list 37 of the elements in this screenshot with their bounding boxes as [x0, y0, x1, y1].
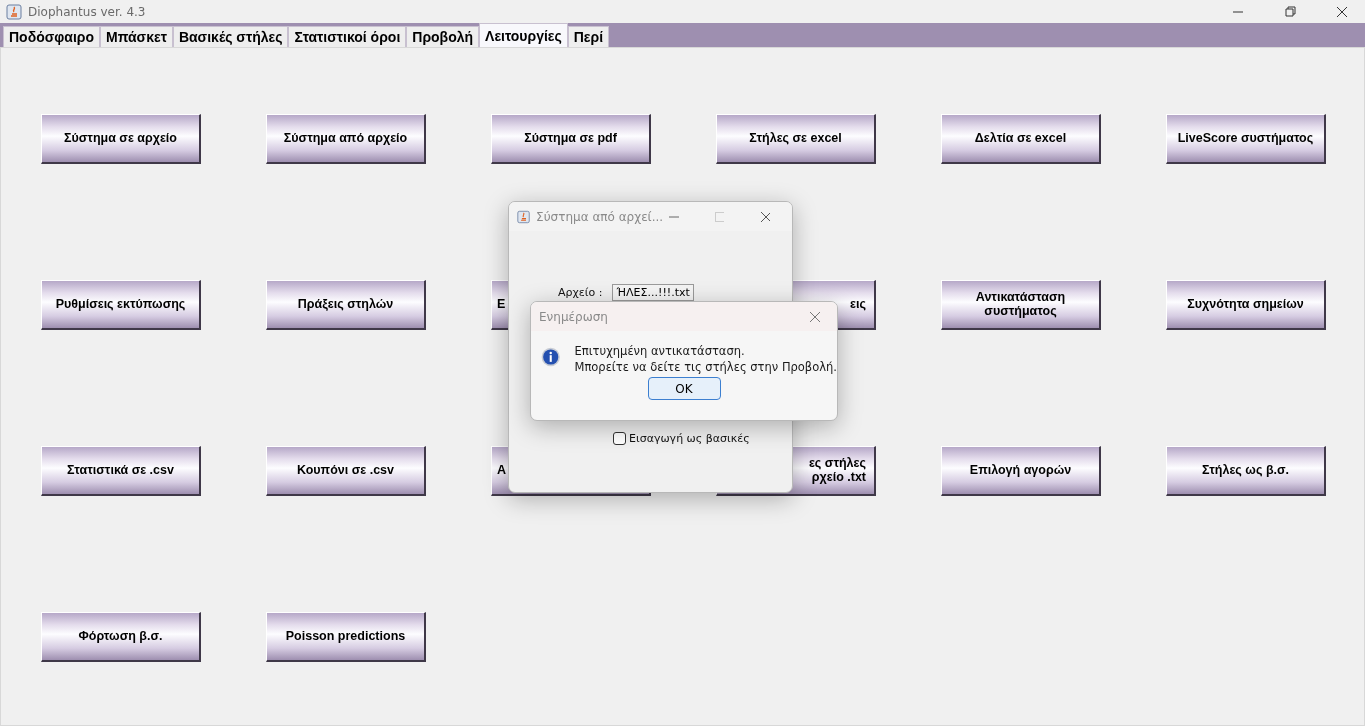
java-icon: [517, 208, 531, 225]
dialog-title: Σύστημα από αρχεί...: [536, 209, 664, 224]
function-button[interactable]: Ρυθμίσεις εκτύπωσης: [41, 280, 201, 330]
function-button[interactable]: Στήλες σε excel: [716, 114, 876, 164]
function-button[interactable]: Επιλογή αγορών: [941, 446, 1101, 496]
message-text: Μπορείτε να δείτε τις στήλες στην Προβολή.: [574, 359, 837, 375]
tab[interactable]: Προβολή: [406, 26, 480, 47]
tab[interactable]: Ποδόσφαιρο: [3, 26, 100, 47]
function-button[interactable]: Στήλες ως β.σ.: [1166, 446, 1326, 496]
file-field[interactable]: ΉΛΕΣ...!!!.txt: [612, 284, 694, 301]
function-button[interactable]: Φόρτωση β.σ.: [41, 612, 201, 662]
tab[interactable]: Περί: [567, 26, 610, 47]
function-button[interactable]: Δελτία σε excel: [941, 114, 1101, 164]
ok-button[interactable]: OK: [647, 377, 721, 400]
function-button[interactable]: Συχνότητα σημείων: [1166, 280, 1326, 330]
function-button[interactable]: Σύστημα σε pdf: [491, 114, 651, 164]
function-button[interactable]: Στατιστικά σε .csv: [41, 446, 201, 496]
function-button[interactable]: Poisson predictions: [266, 612, 426, 662]
dialog-title: Ενημέρωση: [539, 309, 609, 324]
function-button[interactable]: Αντικατάσταση συστήματος: [941, 280, 1101, 330]
function-button[interactable]: Σύστημα σε αρχείο: [41, 114, 201, 164]
java-icon: [6, 3, 22, 20]
function-button[interactable]: Σύστημα από αρχείο: [266, 114, 426, 164]
tab[interactable]: Στατιστικοί όροι: [288, 26, 407, 47]
tab[interactable]: Βασικές στήλες: [172, 26, 289, 47]
tab[interactable]: Λειτουργίες: [479, 23, 568, 47]
function-button[interactable]: Πράξεις στηλών: [266, 280, 426, 330]
function-button[interactable]: LiveScore συστήματος: [1166, 114, 1326, 164]
message-text: Επιτυχημένη αντικατάσταση.: [574, 343, 746, 359]
checkbox[interactable]: [613, 432, 626, 445]
checkbox-label: Εισαγωγή ως βασικές: [629, 432, 750, 445]
close-icon[interactable]: [760, 210, 770, 223]
maximize-icon: [715, 211, 724, 222]
function-button[interactable]: Κουπόνι σε .csv: [266, 446, 426, 496]
tab[interactable]: Μπάσκετ: [100, 26, 173, 47]
window-title: Diophantus ver. 4.3: [28, 4, 147, 19]
file-label: Αρχείο :: [558, 286, 603, 299]
